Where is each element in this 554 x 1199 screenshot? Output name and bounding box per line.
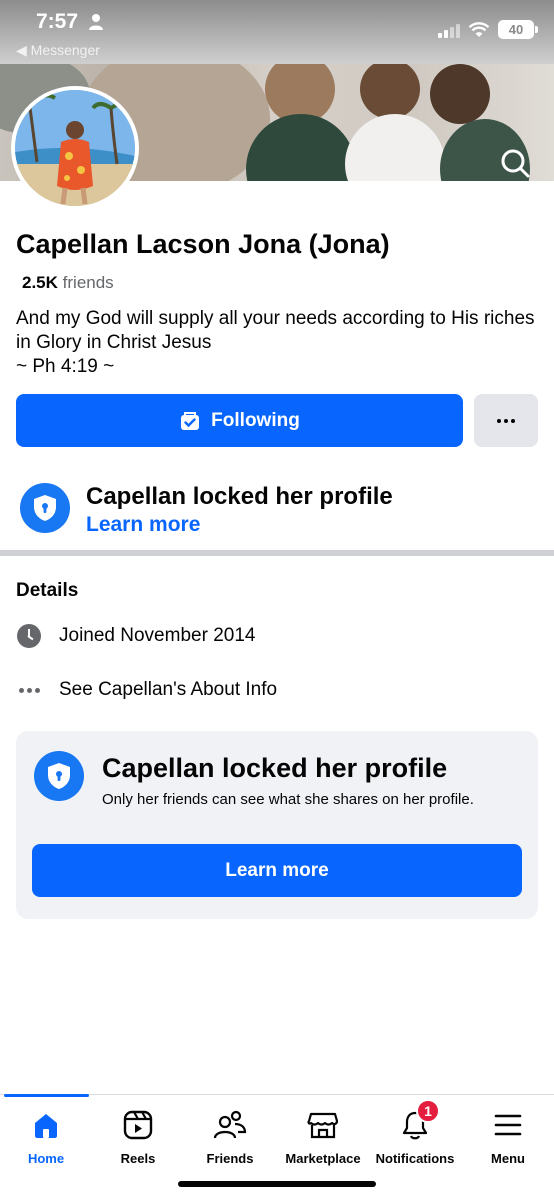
learn-more-link[interactable]: Learn more [86,513,200,537]
reels-icon [121,1108,155,1142]
profile-bio: And my God will supply all your needs ac… [16,308,535,377]
tab-home[interactable]: Home [0,1095,92,1175]
about-info-row[interactable]: See Capellan's About Info [16,677,277,703]
tab-label: Reels [120,1151,156,1166]
following-label: Following [211,409,300,431]
locked-profile-card: Capellan locked her profile Only her fri… [16,731,538,919]
back-to-messenger-link[interactable]: ◀ Messenger [16,42,100,59]
more-options-button[interactable] [474,394,538,447]
home-indicator[interactable] [178,1181,376,1187]
section-divider [0,550,554,556]
card-title: Capellan locked her profile [102,753,448,783]
shield-lock-icon [34,751,84,801]
joined-date-text: Joined November 2014 [59,625,256,646]
tab-notifications[interactable]: 1 Notifications [369,1095,461,1175]
locked-profile-title: Capellan locked her profile [86,483,393,510]
search-icon[interactable] [500,148,530,178]
friends-count-number: 2.5K [22,273,58,292]
card-description: Only her friends can see what she shares… [102,791,474,808]
home-icon [29,1108,63,1142]
status-indicators: 40 [438,20,538,39]
clock-icon [17,624,41,648]
marketplace-icon [306,1108,340,1142]
shield-lock-icon [20,483,70,533]
status-time: 7:57 [36,10,79,33]
profile-name: Capellan Lacson Jona (Jona) [16,229,390,259]
tab-label: Friends [206,1151,254,1166]
battery-icon: 40 [498,20,538,39]
signal-icon [438,22,460,38]
person-icon [89,14,103,30]
tab-reels[interactable]: Reels [92,1095,184,1175]
tab-label: Marketplace [285,1151,361,1166]
locked-profile-notice: Capellan locked her profile Learn more [20,483,393,536]
tab-menu[interactable]: Menu [462,1095,554,1175]
learn-more-button[interactable]: Learn more [32,844,522,897]
following-button[interactable]: Following [16,394,463,447]
tab-label: Notifications [375,1151,455,1166]
more-dots-icon [497,418,515,423]
tab-friends[interactable]: Friends [184,1095,276,1175]
menu-icon [491,1108,525,1142]
following-icon [181,411,200,430]
bell-icon: 1 [398,1099,440,1142]
ellipsis-icon [18,687,40,693]
notification-badge: 1 [416,1099,440,1123]
joined-date-row: Joined November 2014 [16,623,255,649]
friends-count[interactable]: 2.5K friends [22,273,114,293]
about-info-text: See Capellan's About Info [59,679,278,700]
details-heading: Details [16,580,79,601]
status-bar: 7:57 ◀ Messenger 40 [0,0,554,64]
tab-label: Menu [491,1151,525,1166]
friends-count-label: friends [62,273,114,292]
friends-icon [213,1108,247,1142]
tab-marketplace[interactable]: Marketplace [277,1095,369,1175]
wifi-icon [468,21,490,37]
tab-label: Home [27,1151,65,1166]
profile-avatar[interactable] [11,86,139,210]
avatar-photo [15,90,135,206]
